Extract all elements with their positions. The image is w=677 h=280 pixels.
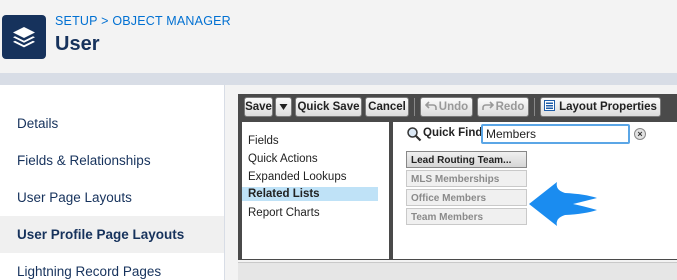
clear-search-icon[interactable]: × (634, 128, 646, 140)
properties-icon (544, 100, 556, 111)
quick-save-button[interactable]: Quick Save (295, 97, 362, 117)
palette-item[interactable]: Team Members (406, 208, 527, 225)
save-button[interactable]: Save (244, 97, 273, 117)
layers-icon (2, 15, 46, 59)
undo-label: Undo (438, 101, 469, 113)
search-icon (407, 127, 422, 142)
layout-properties-button[interactable]: Layout Properties (540, 97, 661, 117)
palette-item[interactable]: Lead Routing Team... (406, 151, 527, 168)
category-report-charts[interactable]: Report Charts (242, 206, 378, 220)
sidebar-item-details[interactable]: Details (0, 105, 224, 142)
layout-toolbar: Save Quick Save Cancel Undo Redo Layout … (238, 94, 677, 120)
redo-button[interactable]: Redo (477, 97, 529, 117)
toolbar-separator (534, 98, 535, 116)
quick-find-input[interactable] (481, 124, 630, 144)
sidebar-item-lightning-record-pages[interactable]: Lightning Record Pages (0, 253, 224, 280)
toolbar-separator (414, 98, 415, 116)
save-dropdown-button[interactable] (275, 97, 292, 117)
sidebar-item-fields-relationships[interactable]: Fields & Relationships (0, 142, 224, 179)
chevron-down-icon (279, 104, 288, 110)
layout-properties-label: Layout Properties (559, 101, 657, 113)
breadcrumb-setup[interactable]: SETUP (55, 14, 97, 28)
redo-icon (481, 101, 494, 110)
quick-find-label: Quick Find (423, 127, 483, 139)
sidebar-item-user-page-layouts[interactable]: User Page Layouts (0, 179, 224, 216)
page-header: SETUP > OBJECT MANAGER User (0, 0, 677, 73)
sidebar: Details Fields & Relationships User Page… (0, 85, 224, 280)
sidebar-item-user-profile-page-layouts[interactable]: User Profile Page Layouts (0, 216, 224, 253)
undo-button[interactable]: Undo (420, 97, 473, 117)
breadcrumb-object-manager[interactable]: OBJECT MANAGER (112, 14, 231, 28)
category-fields[interactable]: Fields (242, 134, 378, 148)
page-title: User (55, 33, 100, 55)
undo-icon (424, 101, 437, 110)
breadcrumb-separator: > (101, 14, 109, 28)
category-quick-actions[interactable]: Quick Actions (242, 152, 378, 166)
category-related-lists[interactable]: Related Lists (242, 187, 378, 201)
breadcrumb: SETUP > OBJECT MANAGER (55, 14, 231, 28)
header-divider (0, 73, 677, 85)
palette-item[interactable]: MLS Memberships (406, 170, 527, 187)
category-expanded-lookups[interactable]: Expanded Lookups (242, 170, 378, 184)
layout-canvas-edge (238, 262, 677, 280)
palette-categories: Fields Quick Actions Expanded Lookups Re… (242, 122, 389, 259)
redo-label: Redo (495, 101, 525, 113)
palette-item[interactable]: Office Members (406, 189, 527, 206)
cancel-button[interactable]: Cancel (365, 97, 409, 117)
pointer-arrow-icon (529, 182, 597, 226)
